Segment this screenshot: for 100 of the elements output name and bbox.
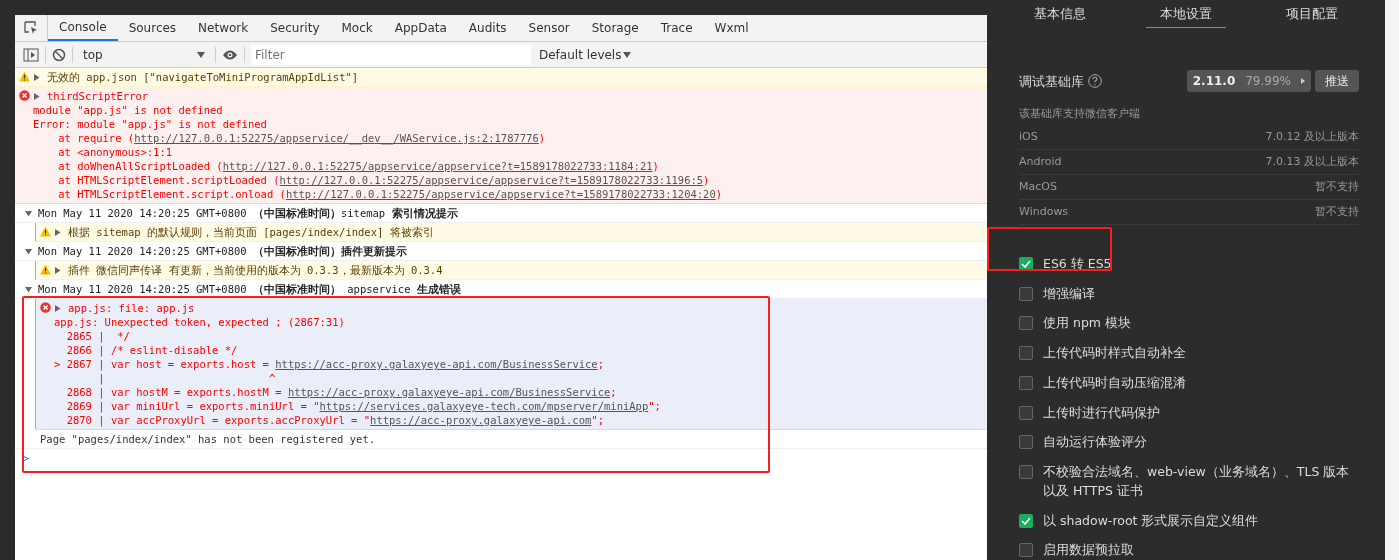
devtools-tab[interactable]: Trace [649,15,704,41]
code-line: 2865 | */ [65,329,131,343]
push-button[interactable]: 推送 [1315,70,1359,93]
code-line: | ^ [97,371,277,385]
collapse-arrow-icon[interactable] [25,248,32,255]
caret-icon [623,51,632,58]
platform-version: 暂不支持 [1315,203,1359,220]
code-line: 2866 | /* eslint-disable */ [65,343,239,357]
devtools-tab[interactable]: Storage [580,15,650,41]
clear-icon[interactable] [52,47,66,62]
version-dropdown[interactable]: 2.11.0 79.99% [1186,70,1311,93]
code-line: 2869 | var miniUrl = exports.miniUrl = "https://services.galaxyeye-tech.com/mpserver/miniApp"; [65,399,661,413]
option-label[interactable]: 启用数据预拉取 [1043,541,1134,560]
eye-icon[interactable] [222,48,238,61]
expand-arrow-icon[interactable] [54,305,61,312]
expand-arrow-icon[interactable] [33,74,40,81]
platform-name: iOS [1019,128,1038,145]
error-icon [19,90,30,101]
checkbox[interactable] [1019,513,1033,528]
checkbox[interactable] [1019,316,1033,331]
code-line: 2870 | var accProxyUrl = exports.accProxyUrl = "https://acc-proxy.galaxyeye-api.com"; [65,413,605,427]
devtools-tab[interactable]: Sources [117,15,188,41]
stack-link[interactable]: http://127.0.0.1:52275/appservice/__dev__/WAService.js:2:1787776 [134,132,539,144]
devtools-tab[interactable]: Audits [457,15,518,41]
message-text: 插件 微信同声传译 有更新，当前使用的版本为 0.3.3，最新版本为 0.3.4 [68,263,443,277]
platform-name: Android [1019,153,1062,170]
devtools-tab[interactable]: AppData [383,15,458,41]
collapse-arrow-icon[interactable] [25,210,32,217]
code-line: app.js: Unexpected token, expected ; (2867:31) [54,315,346,329]
help-icon[interactable] [1088,74,1102,89]
checkbox[interactable] [1019,405,1033,420]
checkbox[interactable] [1019,346,1033,360]
warning-icon [40,264,51,275]
checkbox[interactable] [1019,543,1033,558]
platform-name: Windows [1019,203,1069,220]
setting-label: 调试基础库 [1019,72,1084,91]
levels-dropdown[interactable]: Default levels [539,45,622,64]
expand-arrow-icon[interactable] [54,267,61,274]
warning-icon [19,71,30,82]
devtools-tab[interactable]: Mock [330,15,384,41]
stack-link[interactable]: http://127.0.0.1:52275/appservice/appservice?t=1589178022733:1184:21 [222,160,653,172]
platform-version: 暂不支持 [1315,178,1359,195]
option-label[interactable]: 增强编译 [1043,284,1095,304]
option-label[interactable]: 不校验合法域名、web-view（业务域名）、TLS 版本以及 HTTPS 证书 [1043,463,1359,501]
expand-arrow-icon[interactable] [33,93,40,100]
expand-arrow-icon[interactable] [54,229,61,236]
devtools-tab[interactable]: Sensor [517,15,581,41]
checkbox[interactable] [1019,435,1033,450]
context-dropdown[interactable]: top [79,45,209,64]
checkbox[interactable] [1019,256,1033,271]
option-label[interactable]: 上传代码时样式自动补全 [1043,344,1186,363]
code-line: 2868 | var hostM = exports.hostM = https://acc-proxy.galaxyeye-api.com/BusinessService; [65,385,618,399]
code-line: at HTMLScriptElement.script.onload (http://127.0.0.1:52275/appservice/appservice?t=1589178022733:1204:20) [57,187,723,201]
filter-field[interactable]: Filter [251,44,531,65]
support-note: 该基础库支持微信客户端 [1019,106,1141,123]
option-label[interactable]: 上传时进行代码保护 [1043,403,1160,423]
message-text: 根据 sitemap 的默认规则，当前页面 [pages/index/index] 将被索引 [68,225,434,239]
devtools-tab[interactable]: Wxml [703,15,760,41]
code-line: at require (http://127.0.0.1:52275/appservice/__dev__/WAService.js:2:1787776) [57,131,547,145]
settings-tab[interactable]: 本地设置 [1146,0,1226,29]
devtools-tab[interactable]: Network [187,15,260,41]
message-text: app.js: file: app.js [68,301,195,315]
option-label[interactable]: 使用 npm 模块 [1043,314,1131,333]
checkbox[interactable] [1019,375,1033,390]
caret-icon [197,51,205,58]
stack-link[interactable]: https://acc-proxy.galaxyeye-api.com/BusinessService [287,386,611,398]
prompt-caret[interactable]: > [23,451,30,465]
error-icon [40,302,51,313]
checkbox[interactable] [1019,286,1033,301]
inspect-icon[interactable] [23,20,39,36]
code-line: > 2867 | var host = exports.host = https://acc-proxy.galaxyeye-api.com/BusinessService; [54,357,605,371]
sidebar-toggle-icon[interactable] [23,47,39,62]
option-label[interactable]: 上传代码时自动压缩混淆 [1043,373,1186,393]
code-line: at doWhenAllScriptLoaded (http://127.0.0.1:52275/appservice/appservice?t=1589178022733:1184:21) [57,159,660,173]
platform-version: 7.0.13 及以上版本 [1265,153,1359,170]
group-title: Mon May 11 2020 14:20:25 GMT+0800 （中国标准时间）sitemap 索引情况提示 [38,206,458,220]
platform-version: 7.0.12 及以上版本 [1265,128,1359,145]
code-line: at <anonymous>:1:1 [57,145,174,159]
option-label[interactable]: 以 shadow-root 形式展示自定义组件 [1043,511,1259,531]
code-line: module "app.js" is not defined [33,103,224,117]
option-label[interactable]: ES6 转 ES5 [1043,254,1112,274]
warning-icon [40,226,51,237]
code-line: at HTMLScriptElement.scriptLoaded (http://127.0.0.1:52275/appservice/appservice?t=1589178022733:1196:5) [57,173,711,187]
stack-link[interactable]: https://services.galaxyeye-tech.com/mpserver/miniApp [319,400,649,412]
settings-tab[interactable]: 基本信息 [1020,0,1100,29]
code-line: Error: module "app.js" is not defined [33,117,268,131]
platform-name: MacOS [1019,178,1057,195]
collapse-arrow-icon[interactable] [25,286,32,293]
message-text: thirdScriptError [47,89,149,103]
settings-tab[interactable]: 项目配置 [1272,0,1352,29]
devtools-tab[interactable]: Security [259,15,331,41]
stack-link[interactable]: https://acc-proxy.galaxyeye-api.com [370,414,592,426]
stack-link[interactable]: https://acc-proxy.galaxyeye-api.com/BusinessService [275,358,598,370]
stack-link[interactable]: http://127.0.0.1:52275/appservice/appservice?t=1589178022733:1204:20 [285,188,716,200]
message-text: 无效的 app.json ["navigateToMiniProgramAppIdList"] [47,70,359,84]
group-title: Mon May 11 2020 14:20:25 GMT+0800 （中国标准时间） appservice 生成错误 [38,282,461,296]
checkbox[interactable] [1019,465,1033,479]
stack-link[interactable]: http://127.0.0.1:52275/appservice/appservice?t=1589178022733:1196:5 [279,174,704,186]
option-label[interactable]: 自动运行体验评分 [1043,433,1147,452]
log-text: Page "pages/index/index" has not been registered yet. [40,432,376,446]
